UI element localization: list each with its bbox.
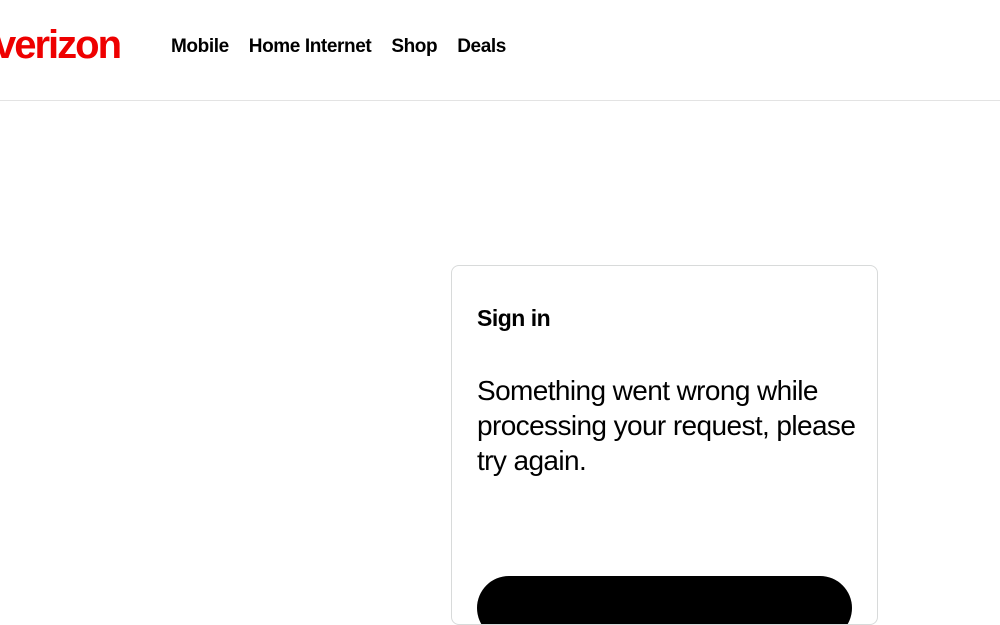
verizon-logo[interactable]: verizon [0,21,122,69]
site-header: verizon Mobile Home Internet Shop Deals [0,0,1000,101]
nav-item-home-internet[interactable]: Home Internet [249,35,372,59]
nav-item-mobile[interactable]: Mobile [171,35,229,59]
signin-action-button[interactable] [477,576,852,624]
nav-item-deals[interactable]: Deals [457,35,506,59]
signin-card: Sign in Something went wrong while proce… [451,265,878,625]
signin-title: Sign in [477,305,551,331]
error-message: Something went wrong while processing yo… [477,375,856,476]
nav-item-shop[interactable]: Shop [391,35,437,59]
main-nav: Mobile Home Internet Shop Deals [171,35,506,59]
